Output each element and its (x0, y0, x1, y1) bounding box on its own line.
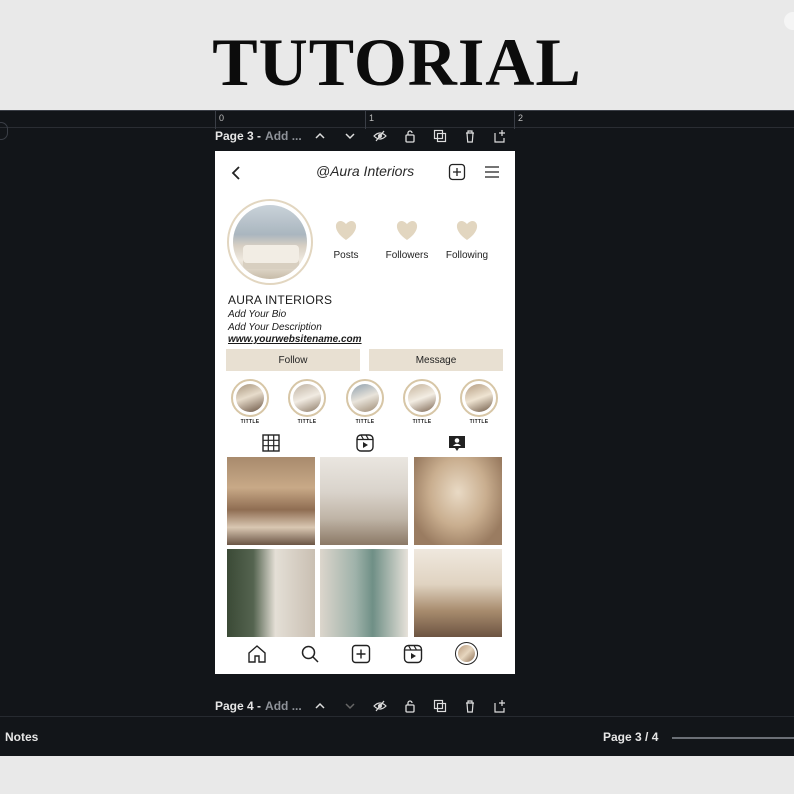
heart-icon (456, 221, 478, 240)
instagram-profile-page[interactable]: @Aura Interiors Posts Followers Followin… (215, 151, 515, 674)
hide-eye-icon[interactable] (373, 129, 387, 143)
page-4-label: Page 4 - (215, 699, 262, 713)
website-link[interactable]: www.yourwebsitename.com (228, 334, 508, 345)
stat-posts[interactable]: Posts (311, 219, 381, 261)
design-editor-canvas: 0 1 2 Page 3 - Add ... @Aura Interiors P… (0, 110, 794, 758)
create-post-icon[interactable] (350, 643, 372, 665)
bio-text: Add Your Bio (228, 309, 287, 320)
scroll-handle[interactable] (0, 122, 8, 140)
trash-icon[interactable] (463, 699, 477, 713)
hamburger-menu-icon[interactable] (484, 163, 500, 181)
post-thumbnail[interactable] (320, 457, 408, 545)
reels-icon[interactable] (402, 643, 424, 665)
duplicate-icon[interactable] (433, 699, 447, 713)
profile-handle: @Aura Interiors (315, 163, 415, 179)
heart-icon (396, 221, 418, 240)
stat-label: Posts (333, 250, 359, 261)
stat-label: Following (445, 250, 489, 261)
profile-avatar-icon[interactable] (455, 642, 478, 665)
zoom-slider-track[interactable] (672, 737, 794, 739)
post-thumbnail[interactable] (227, 457, 315, 545)
add-page-icon[interactable] (493, 699, 507, 713)
heart-icon (335, 221, 357, 240)
editor-footer: Notes Page 3 / 4 (0, 716, 794, 756)
page-3-title-input[interactable]: Add ... (265, 129, 302, 143)
bottom-navigation (215, 641, 515, 667)
post-thumbnail[interactable] (414, 457, 502, 545)
follow-button[interactable]: Follow (226, 349, 360, 371)
reels-icon[interactable] (355, 433, 375, 453)
content-tabs (215, 431, 515, 453)
post-thumbnail[interactable] (320, 549, 408, 637)
page-4-toolbar: Page 4 - Add ... (215, 696, 515, 716)
message-button[interactable]: Message (369, 349, 503, 371)
hide-eye-icon[interactable] (373, 699, 387, 713)
ruler-mark-0: 0 (219, 113, 225, 123)
search-icon[interactable] (299, 643, 321, 665)
post-thumbnail[interactable] (227, 549, 315, 637)
bio-description: Add Your Description (228, 322, 322, 333)
chevron-up-icon[interactable] (313, 129, 327, 143)
profile-name: AURA INTERIORS (228, 293, 333, 307)
lock-icon[interactable] (403, 699, 417, 713)
story-highlight[interactable]: TITTLE (345, 379, 385, 425)
ruler-mark-1: 1 (369, 113, 375, 123)
duplicate-icon[interactable] (433, 129, 447, 143)
profile-header: @Aura Interiors (215, 161, 515, 185)
add-page-icon[interactable] (493, 129, 507, 143)
tutorial-banner: TUTORIAL (0, 0, 794, 110)
notes-button[interactable]: Notes (5, 730, 38, 744)
story-highlight[interactable]: TITTLE (459, 379, 499, 425)
avatar-photo (233, 205, 307, 279)
profile-avatar[interactable] (227, 199, 313, 285)
chevron-down-icon[interactable] (343, 129, 357, 143)
stat-following[interactable]: Following (432, 219, 502, 261)
home-icon[interactable] (246, 643, 268, 665)
profile-bio: AURA INTERIORS Add Your Bio Add Your Des… (228, 293, 508, 345)
highlight-title: TITTLE (412, 419, 432, 425)
chevron-down-icon[interactable] (343, 699, 357, 713)
plus-square-icon[interactable] (448, 163, 466, 181)
post-thumbnail[interactable] (414, 549, 502, 637)
story-highlight[interactable]: TITTLE (402, 379, 442, 425)
bottom-strip (0, 756, 794, 794)
highlight-title: TITTLE (469, 419, 489, 425)
trash-icon[interactable] (463, 129, 477, 143)
page-4-title-input[interactable]: Add ... (265, 699, 302, 713)
chevron-up-icon[interactable] (313, 699, 327, 713)
page-3-label: Page 3 - (215, 129, 262, 143)
banner-title: TUTORIAL (212, 23, 582, 100)
highlight-title: TITTLE (240, 419, 260, 425)
page-counter[interactable]: Page 3 / 4 (603, 730, 658, 744)
lock-icon[interactable] (403, 129, 417, 143)
highlight-title: TITTLE (355, 419, 375, 425)
grid-icon[interactable] (261, 433, 281, 453)
story-highlight[interactable]: TITTLE (287, 379, 327, 425)
page-3-toolbar: Page 3 - Add ... (215, 126, 515, 146)
highlight-title: TITTLE (297, 419, 317, 425)
tagged-icon[interactable] (447, 433, 467, 453)
story-highlight[interactable]: TITTLE (230, 379, 270, 425)
ruler-mark-2: 2 (518, 113, 524, 123)
